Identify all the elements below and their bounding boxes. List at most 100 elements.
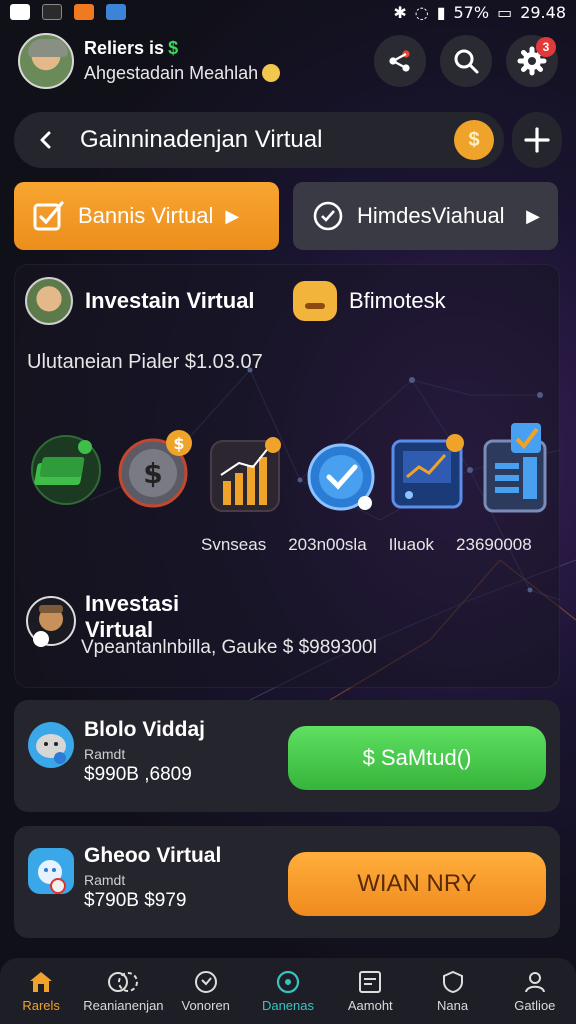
coin-button[interactable]: $ <box>454 120 494 160</box>
profile-header: Reliers is $ Ahgestadain Meahlah 3 <box>18 30 558 92</box>
person-icon <box>524 971 545 992</box>
nav-item-compass[interactable]: Vonoren <box>165 958 247 1024</box>
play-arrow-icon: ▶ <box>526 205 540 226</box>
offer-action-label: $ SaMtud() <box>362 745 472 770</box>
dark-app-icon <box>42 4 62 20</box>
home-icon <box>30 971 53 992</box>
nav-item-document[interactable]: Aamoht <box>329 958 411 1024</box>
user-name: Reliers is <box>84 38 165 58</box>
emoji-face-icon <box>293 281 337 321</box>
edit-icon <box>33 201 64 231</box>
cash-stack-icon[interactable] <box>29 433 103 512</box>
battery-percent: 57% <box>453 2 490 22</box>
clock: 29.48 <box>520 2 566 22</box>
mode-primary-button[interactable]: Bannis Virtual ▶ <box>14 182 279 250</box>
notification-badge: 3 <box>536 37 556 57</box>
app-box-icon <box>28 848 74 894</box>
asset-label: 23690008 <box>456 535 532 554</box>
svg-text:$: $ <box>143 457 162 490</box>
search-button[interactable] <box>440 35 492 87</box>
coin-icon: $ <box>468 128 480 151</box>
avatar[interactable] <box>18 33 74 89</box>
portfolio-value: Ulutaneian Pialer $1.03.07 <box>27 351 263 373</box>
chart-app-icon <box>10 4 30 20</box>
verified-check-icon[interactable] <box>305 441 379 520</box>
blue-app-icon <box>106 4 126 20</box>
offer-meta: Ramdt <box>84 872 126 888</box>
user-name-row: Reliers is $ <box>84 38 280 59</box>
trend-icon: $ <box>168 38 179 58</box>
offer-action-button[interactable]: WIAN NRY <box>288 852 546 916</box>
mode-primary-label: Bannis Virtual <box>78 203 214 228</box>
smile-emoji-icon <box>262 64 281 82</box>
seal-icon <box>28 722 74 768</box>
investment-title: Investasi Virtual <box>85 591 180 642</box>
nav-label: Vonoren <box>181 997 230 1013</box>
bonus-label: Bfimotesk <box>349 288 446 313</box>
user-subtitle: Ahgestadain Meahlah <box>84 63 259 83</box>
share-button[interactable] <box>374 35 426 87</box>
nav-label: Danenas <box>261 997 314 1013</box>
user-subtitle-row: Ahgestadain Meahlah <box>84 63 281 84</box>
settings-button[interactable]: 3 <box>506 35 558 87</box>
report-chart-icon[interactable] <box>481 419 551 520</box>
alarm-icon: ◌ <box>414 2 429 22</box>
asset-icons-row: $ $ <box>23 413 553 523</box>
bluetooth-icon: ✱ <box>393 2 407 22</box>
offer-meta: Ramdt <box>84 746 126 762</box>
bonus-row[interactable]: Bfimotesk <box>293 281 446 321</box>
shield-icon <box>442 970 463 993</box>
investor-row: Investain Virtual <box>25 277 255 325</box>
add-button[interactable] <box>512 112 562 168</box>
coins-icon <box>108 971 139 992</box>
offer-title: Gheoo Virtual <box>84 844 222 867</box>
profile-badge-icon[interactable] <box>25 595 77 665</box>
bottom-navigation: Rarels Reanianenjan Vonoren Danenas Aamo… <box>0 958 576 1024</box>
clock-check-icon <box>313 201 343 231</box>
asset-labels: Svnseas 203n00sla Iluaok 23690008 <box>201 535 532 555</box>
offer-card: Gheoo Virtual Ramdt $790B $979 WIAN NRY <box>14 826 560 938</box>
chevron-left-icon <box>40 131 51 149</box>
offer-title: Blolo Viddaj <box>84 718 205 741</box>
asset-label: 203n00sla <box>288 535 367 554</box>
target-icon <box>276 970 300 993</box>
investment-card: Investain Virtual Bfimotesk Ulutaneian P… <box>14 264 560 688</box>
dollar-coin-icon[interactable]: $ $ <box>115 429 195 514</box>
nav-label: Reanianenjan <box>83 997 164 1013</box>
growth-chart-icon[interactable] <box>209 435 285 520</box>
nav-item-profile[interactable]: Gatlioe <box>494 958 576 1024</box>
battery-icon: ▭ <box>497 2 513 22</box>
plus-icon <box>524 127 550 153</box>
nav-item-coins[interactable]: Reanianenjan <box>82 958 164 1024</box>
investor-avatar[interactable] <box>25 277 73 325</box>
page-title: Gainninadenjan Virtual <box>80 126 323 153</box>
compass-icon <box>194 970 217 993</box>
asset-label: Iluaok <box>388 535 435 554</box>
status-bar: ✱ ◌ ▮ 57% ▭ 29.48 <box>0 0 576 24</box>
nav-label: Rarels <box>22 997 60 1013</box>
nav-label: Aamoht <box>347 997 393 1013</box>
nav-item-home[interactable]: Rarels <box>0 958 82 1024</box>
mode-secondary-button[interactable]: HimdesViahual ▶ <box>293 182 558 250</box>
asset-label: Svnseas <box>201 535 267 554</box>
offer-action-button[interactable]: $ SaMtud() <box>288 726 546 790</box>
nav-item-target[interactable]: Danenas <box>247 958 329 1024</box>
signal-icon: ▮ <box>436 2 446 22</box>
offer-action-label: WIAN NRY <box>357 870 477 897</box>
offer-card: Blolo Viddaj Ramdt $990B ,6809 $ SaMtud(… <box>14 700 560 812</box>
mode-switcher: Bannis Virtual ▶ HimdesViahual ▶ <box>14 182 558 250</box>
back-button[interactable] <box>24 118 68 162</box>
nav-label: Nana <box>437 997 469 1013</box>
document-icon <box>359 970 382 993</box>
nav-item-shield[interactable]: Nana <box>411 958 493 1024</box>
search-icon <box>454 49 479 74</box>
nav-label: Gatlioe <box>514 997 556 1013</box>
investment-subtitle: Vpeantanlnbilla, Gauke $ $989300l <box>81 637 377 658</box>
svg-text:$: $ <box>173 434 184 453</box>
offer-price: $790B $979 <box>84 890 187 911</box>
share-icon <box>389 50 410 72</box>
mode-secondary-label: HimdesViahual <box>357 203 505 228</box>
play-arrow-icon: ▶ <box>225 205 240 226</box>
monitor-chart-icon[interactable] <box>389 433 469 520</box>
orange-app-icon <box>74 4 94 20</box>
